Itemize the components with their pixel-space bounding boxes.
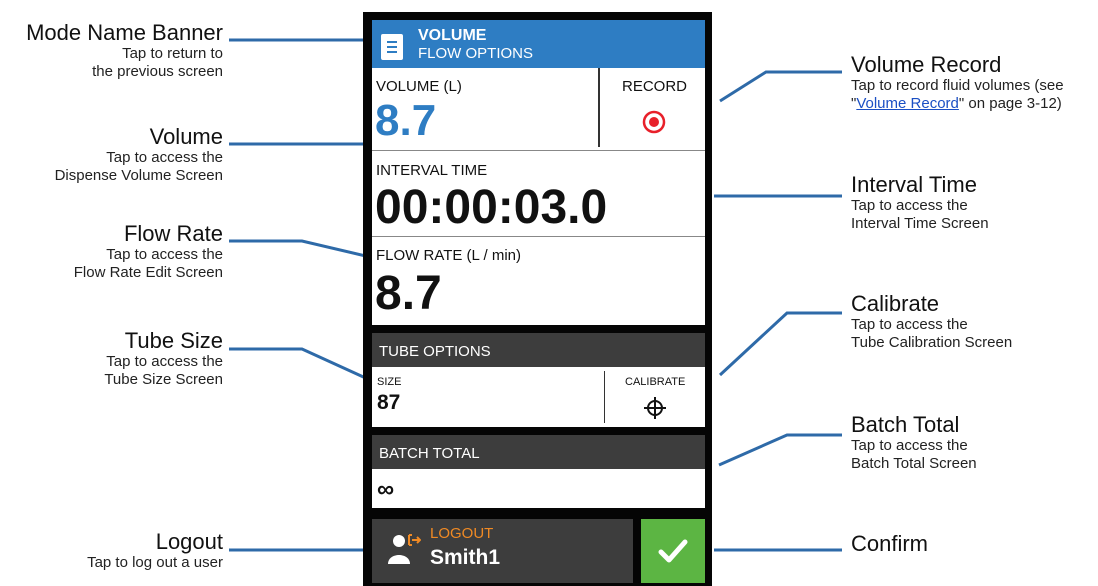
flow-rate-value: 8.7 [375,267,442,320]
record-label: RECORD [622,78,688,95]
callout-desc: Tap to access the [106,353,223,371]
callout-batch-total: Batch Total Tap to access the Batch Tota… [851,412,977,472]
callout-desc: Flow Rate Edit Screen [73,263,223,281]
callout-desc-line2: "Volume Record" on page 3-12) [851,95,1064,112]
volume-value: 8.7 [375,96,437,145]
callout-title: Batch Total [851,412,960,437]
callout-desc: Tap to access the [851,437,968,455]
line-volume-record [719,70,842,103]
callout-title: Flow Rate [123,221,223,246]
volume-tile[interactable]: VOLUME (L) 8.7 [372,68,598,150]
logout-button[interactable]: LOGOUT Smith1 [372,519,633,583]
interval-label: INTERVAL TIME [376,162,488,179]
tube-options-header: TUBE OPTIONS [372,333,705,367]
callout-desc: Dispense Volume Screen [54,166,223,184]
line-calibrate [718,311,842,377]
callout-desc: the previous screen [92,62,223,80]
callout-desc: Tap to access the [851,197,968,215]
callout-desc: Interval Time Screen [851,214,989,232]
callout-desc: Tap to return to [122,45,223,63]
list-icon [381,34,403,60]
callout-volume: Volume Tap to access the Dispense Volume… [55,124,223,184]
callout-title: Confirm [851,531,929,556]
record-button[interactable]: RECORD [600,68,705,150]
batch-total-button[interactable]: ∞ [372,469,705,508]
interval-time-tile[interactable]: INTERVAL TIME 00:00:03.0 [372,151,705,236]
calibrate-button[interactable]: CALIBRATE [605,367,705,427]
volume-record-link[interactable]: Volume Record [856,95,959,112]
mode-name-banner[interactable]: VOLUME FLOW OPTIONS [372,20,705,71]
batch-total-header: BATCH TOTAL [372,435,705,469]
callout-mode-banner: Mode Name Banner Tap to return to the pr… [26,20,223,80]
callout-interval-time: Interval Time Tap to access the Interval… [851,172,989,232]
confirm-button[interactable] [641,519,705,583]
size-value: 87 [377,391,401,414]
flow-rate-label: FLOW RATE (L / min) [376,247,522,264]
callout-desc: Tap to record fluid volumes (see [851,77,1064,95]
banner-mode: VOLUME [418,27,487,44]
callout-desc: Tube Size Screen [104,370,223,388]
main-card: VOLUME (L) 8.7 RECORD INTERVAL TIME 00:0… [372,68,705,325]
batch-total-value: ∞ [377,476,395,503]
banner-sub: FLOW OPTIONS [418,45,534,62]
record-icon [642,110,666,134]
callout-tube-size: Tube Size Tap to access the Tube Size Sc… [104,328,223,388]
size-label: SIZE [377,376,402,388]
callout-title: Tube Size [124,328,223,353]
device-screen: VOLUME FLOW OPTIONS VOLUME (L) 8.7 RECOR… [363,12,712,586]
page-ref: " on page 3-12) [958,94,1062,112]
volume-label: VOLUME (L) [376,78,462,95]
callout-title: Calibrate [851,291,940,316]
callout-title: Volume [149,124,223,149]
callout-logout: Logout Tap to log out a user [87,529,223,572]
callout-title: Mode Name Banner [26,20,223,45]
calibrate-label: CALIBRATE [625,376,686,388]
batch-total-title: BATCH TOTAL [379,445,480,462]
checkmark-icon [658,539,688,563]
callout-desc: Batch Total Screen [851,454,977,472]
logout-user: Smith1 [430,546,501,569]
callout-title: Volume Record [851,52,1002,77]
callout-desc: Tap to access the [851,316,968,334]
callout-desc: Tap to access the [106,149,223,167]
callout-calibrate: Calibrate Tap to access the Tube Calibra… [851,291,1012,351]
callout-desc: Tap to log out a user [87,554,223,572]
callout-flow-rate: Flow Rate Tap to access the Flow Rate Ed… [74,221,223,281]
tube-options-title: TUBE OPTIONS [379,343,491,360]
line-batch-total [718,433,842,467]
logout-label: LOGOUT [430,525,494,542]
crosshair-icon [644,397,666,419]
user-logout-icon [388,534,421,564]
line-flow-rate [229,239,371,259]
callout-title: Interval Time [851,172,977,197]
interval-value: 00:00:03.0 [375,181,608,234]
callout-confirm: Confirm [851,531,928,556]
flow-rate-tile[interactable]: FLOW RATE (L / min) 8.7 [372,237,705,325]
callout-volume-record: Volume Record Tap to record fluid volume… [851,52,1064,112]
callout-desc: Tube Calibration Screen [851,333,1013,351]
callout-title: Logout [155,529,223,554]
tube-size-button[interactable]: SIZE 87 [372,367,607,427]
line-tube-size [229,347,371,382]
tube-options-card: SIZE 87 CALIBRATE [372,367,705,427]
callout-desc: Tap to access the [106,246,223,264]
